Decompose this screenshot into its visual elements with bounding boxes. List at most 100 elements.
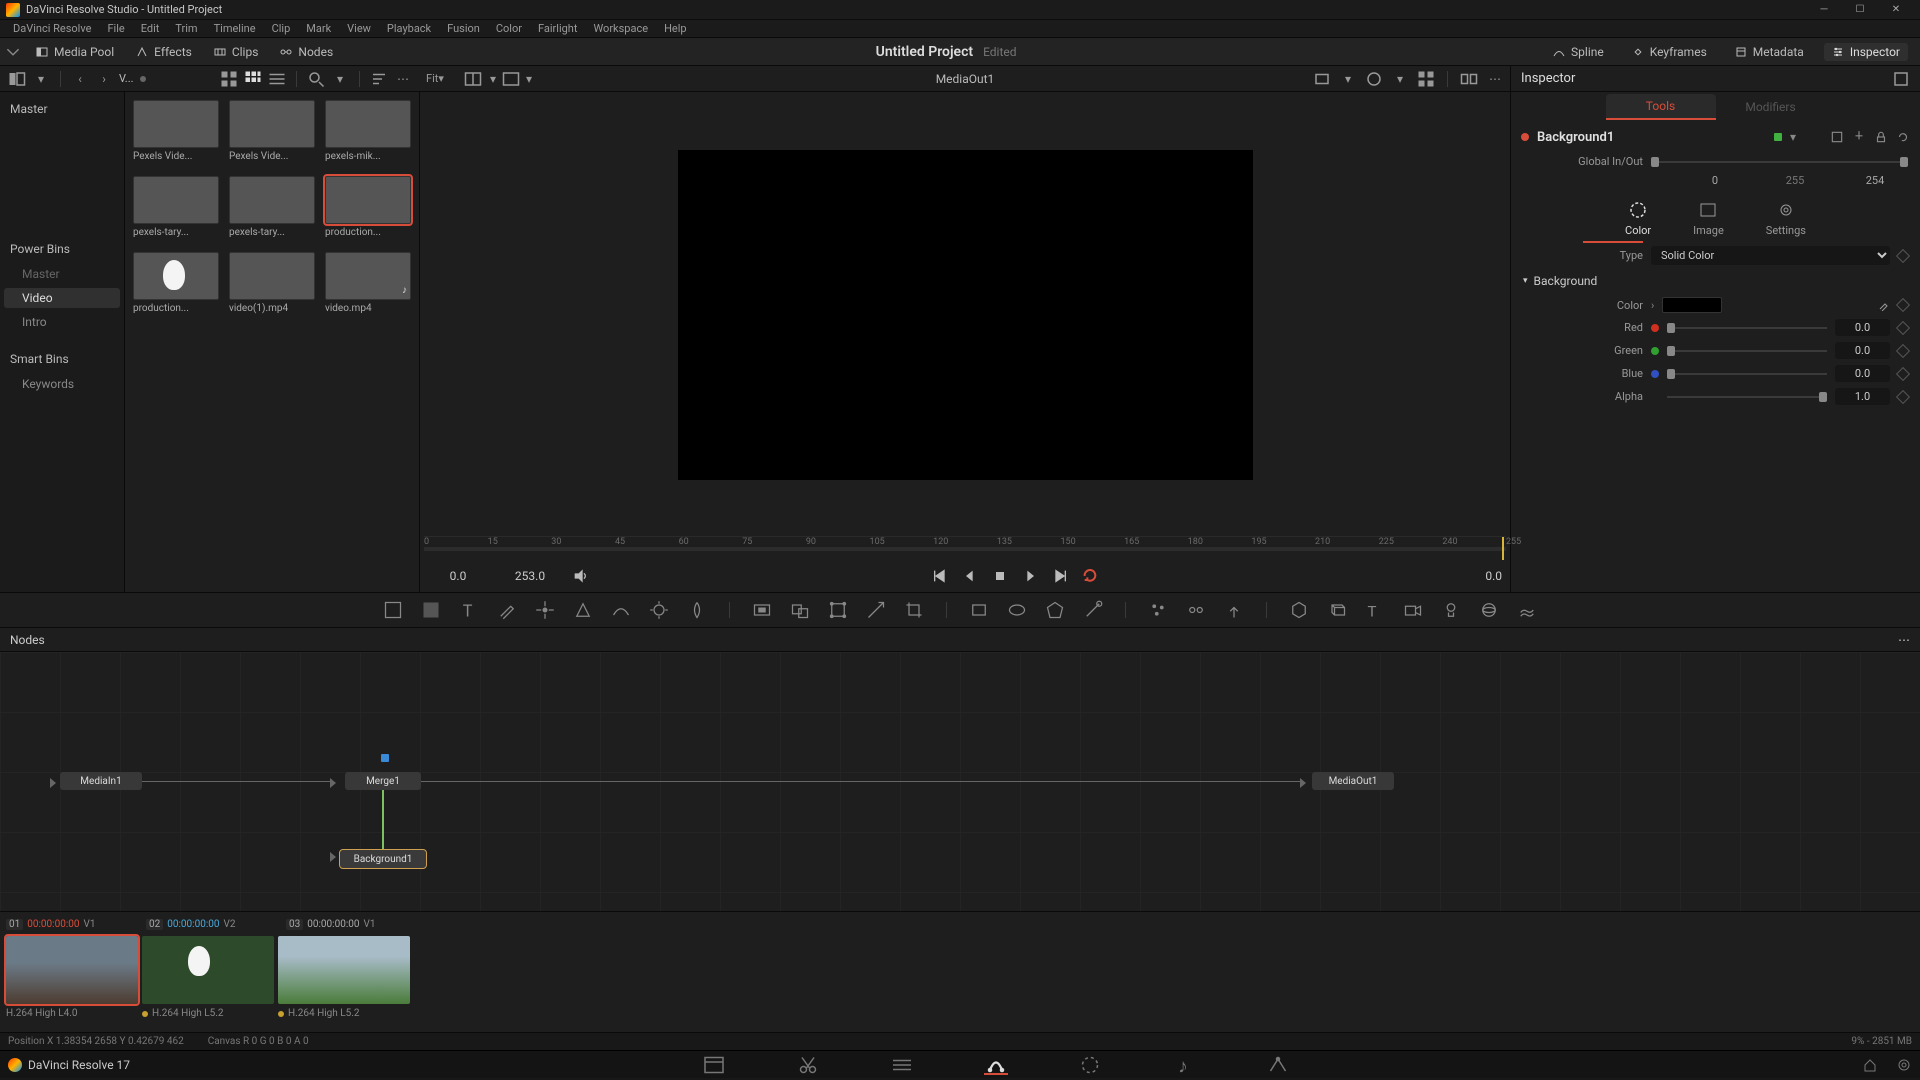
menu-help[interactable]: Help (657, 22, 694, 35)
subtab-settings[interactable]: Settings (1766, 200, 1806, 237)
time-ruler[interactable]: 0153045607590105120135150165180195210225… (424, 536, 1506, 560)
go-first-button[interactable] (932, 568, 948, 584)
chevron-down-icon[interactable]: ▾ (484, 70, 502, 88)
alpha-value[interactable]: 1.0 (1835, 388, 1890, 405)
tab-tools[interactable]: Tools (1606, 94, 1716, 120)
strip-thumb[interactable] (6, 936, 138, 1004)
keyframe-diamond-icon[interactable] (1896, 366, 1910, 380)
viewer-grid-icon[interactable] (1417, 70, 1435, 88)
subtab-image[interactable]: Image (1693, 200, 1724, 237)
effects-toggle[interactable]: Effects (128, 43, 200, 61)
menu-mark[interactable]: Mark (299, 22, 338, 35)
timecode-right[interactable]: 0.0 (1442, 569, 1502, 583)
node-background[interactable]: Background1 (340, 850, 426, 868)
tool-polygon-icon[interactable] (1045, 600, 1065, 620)
menu-davinci-resolve[interactable]: DaVinci Resolve (6, 22, 98, 35)
tool-3dimage-icon[interactable] (1289, 600, 1309, 620)
tool-transform-icon[interactable] (828, 600, 848, 620)
window-maximize-button[interactable]: ☐ (1842, 0, 1878, 20)
global-slider[interactable] (1651, 161, 1908, 163)
node-merge[interactable]: Merge1 (345, 772, 421, 790)
nav-back-icon[interactable]: ‹ (71, 70, 89, 88)
clip-item[interactable]: ♪video.mp4 (325, 252, 411, 314)
green-slider[interactable] (1667, 350, 1827, 352)
page-fairlight-button[interactable]: ♪ (1172, 1055, 1196, 1075)
global-out-value[interactable]: 254 (1850, 174, 1900, 187)
alpha-slider[interactable] (1667, 396, 1827, 398)
green-value[interactable]: 0.0 (1835, 342, 1890, 359)
clip-item[interactable]: pexels-tary... (133, 176, 219, 238)
nodes-toggle[interactable]: Nodes (272, 43, 341, 61)
background-section-header[interactable]: ▾Background (1511, 268, 1920, 294)
chevron-down-icon[interactable]: ▾ (520, 70, 538, 88)
tool-rectangle-icon[interactable] (969, 600, 989, 620)
tool-3dtext-icon[interactable]: T (1365, 600, 1385, 620)
blue-slider[interactable] (1667, 373, 1827, 375)
view-thumb-sm-icon[interactable] (244, 70, 262, 88)
page-deliver-button[interactable] (1266, 1055, 1290, 1075)
tool-background-icon[interactable] (383, 600, 403, 620)
loop-button[interactable] (1082, 568, 1098, 584)
spline-toggle[interactable]: Spline (1545, 43, 1612, 61)
page-media-button[interactable] (702, 1055, 726, 1075)
nav-fwd-icon[interactable]: › (95, 70, 113, 88)
keyframe-diamond-icon[interactable] (1896, 343, 1910, 357)
bin-power-header[interactable]: Power Bins (4, 238, 120, 260)
clip-item[interactable]: pexels-mik... (325, 100, 411, 162)
window-minimize-button[interactable]: ─ (1806, 0, 1842, 20)
fit-dropdown[interactable]: Fit▾ (426, 72, 444, 85)
expand-icon[interactable]: › (1651, 299, 1654, 312)
tool-resize-icon[interactable] (866, 600, 886, 620)
bin-power-master[interactable]: Master (4, 264, 120, 284)
search-icon[interactable] (307, 70, 325, 88)
audio-icon[interactable] (572, 568, 588, 584)
blue-value[interactable]: 0.0 (1835, 365, 1890, 382)
tool-wand-icon[interactable] (1083, 600, 1103, 620)
page-cut-button[interactable] (796, 1055, 820, 1075)
go-last-button[interactable] (1052, 568, 1068, 584)
viewer-canvas[interactable] (678, 150, 1253, 480)
bin-power-intro[interactable]: Intro (4, 312, 120, 332)
menu-view[interactable]: View (340, 22, 378, 35)
view-list-icon[interactable] (268, 70, 286, 88)
page-color-button[interactable] (1078, 1055, 1102, 1075)
tool-merge-icon[interactable] (790, 600, 810, 620)
viewer-a-icon[interactable] (502, 70, 520, 88)
tool-render3d-icon[interactable] (1479, 600, 1499, 620)
bin-smart-header[interactable]: Smart Bins (4, 348, 120, 370)
sort-icon[interactable] (370, 70, 388, 88)
inspector-expand-icon[interactable] (1892, 70, 1910, 88)
version-icon[interactable] (1830, 130, 1844, 144)
node-wire[interactable] (382, 790, 384, 850)
page-fusion-button[interactable] (984, 1055, 1008, 1075)
chevron-down-icon[interactable]: ▾ (1339, 70, 1357, 88)
tool-paint-icon[interactable] (497, 600, 517, 620)
clip-item[interactable]: production... (133, 252, 219, 314)
menu-fusion[interactable]: Fusion (440, 22, 487, 35)
viewer-roi-icon[interactable] (1365, 70, 1383, 88)
tool-fog-icon[interactable] (1517, 600, 1537, 620)
tool-pemit-icon[interactable] (1224, 600, 1244, 620)
pin-icon[interactable] (1852, 130, 1866, 144)
menu-clip[interactable]: Clip (265, 22, 298, 35)
inspector-toggle[interactable]: Inspector (1824, 43, 1908, 61)
play-button[interactable] (1022, 568, 1038, 584)
tool-mattecontrol-icon[interactable] (752, 600, 772, 620)
tool-3dshape-icon[interactable] (1327, 600, 1347, 620)
node-flow[interactable]: MediaIn1 Merge1 Background1 MediaOut1 (0, 652, 1920, 912)
node-mediain[interactable]: MediaIn1 (60, 772, 142, 790)
home-button[interactable] (1862, 1057, 1878, 1073)
stop-button[interactable] (992, 568, 1008, 584)
viewer-sub-icon[interactable] (1313, 70, 1331, 88)
window-close-button[interactable]: ✕ (1878, 0, 1914, 20)
node-wire[interactable] (142, 781, 332, 782)
menu-fairlight[interactable]: Fairlight (531, 22, 584, 35)
menu-color[interactable]: Color (489, 22, 529, 35)
bin-smart-keywords[interactable]: Keywords (4, 374, 120, 394)
page-edit-button[interactable] (890, 1055, 914, 1075)
enable-toggle-icon[interactable] (1774, 133, 1782, 141)
menu-file[interactable]: File (100, 22, 131, 35)
keyframe-diamond-icon[interactable] (1896, 248, 1910, 262)
node-mediaout[interactable]: MediaOut1 (1312, 772, 1394, 790)
tool-prender-icon[interactable] (1186, 600, 1206, 620)
